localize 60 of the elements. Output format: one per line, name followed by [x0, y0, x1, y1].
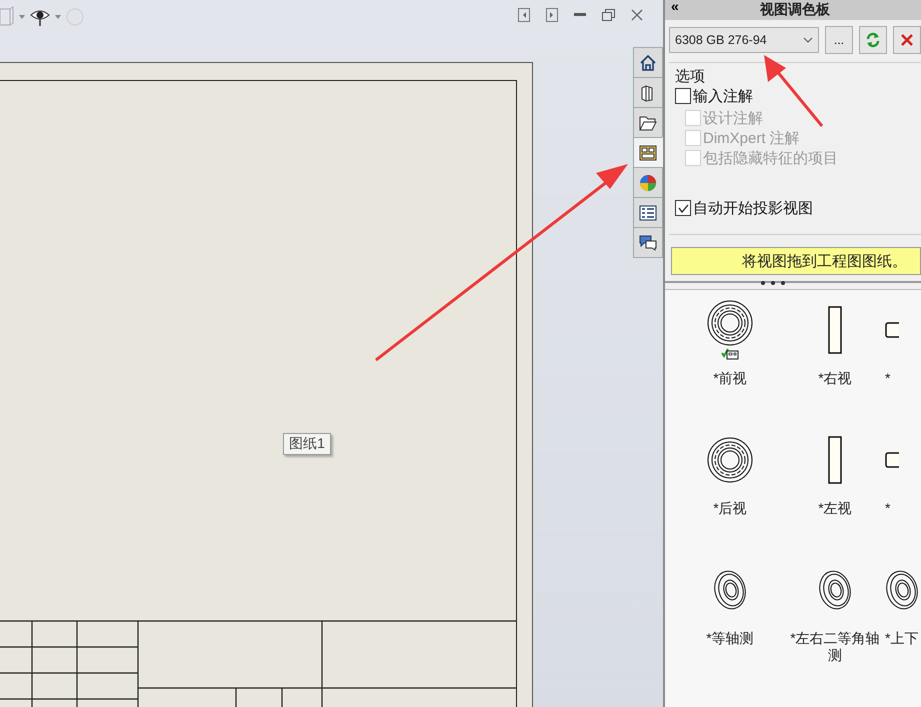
dock-left-icon[interactable]	[518, 8, 530, 22]
sheet-label: 图纸1	[283, 433, 331, 455]
bearing-top-drawing[interactable]	[885, 322, 899, 338]
refresh-button[interactable]	[859, 26, 887, 54]
bearing-top-drawing[interactable]	[885, 452, 899, 468]
palette-icon	[639, 144, 657, 160]
folder-icon	[639, 114, 657, 130]
collapse-button[interactable]: «	[671, 0, 679, 14]
checkbox-label: 输入注解	[693, 86, 753, 106]
folder-tab[interactable]	[633, 107, 663, 138]
bearing-side-drawing[interactable]	[828, 436, 842, 484]
close-icon[interactable]	[631, 9, 643, 21]
view-label: *上下	[885, 630, 918, 647]
bearing-front-drawing[interactable]	[707, 437, 753, 483]
view-label: *等轴测	[706, 630, 754, 647]
bearing-front-drawing[interactable]	[707, 300, 753, 346]
bearing-isometric-drawing[interactable]	[885, 569, 919, 611]
color-ball-icon	[639, 174, 657, 192]
restore-icon[interactable]	[602, 9, 615, 21]
palette-tab[interactable]	[633, 137, 663, 168]
checkbox[interactable]	[675, 200, 691, 216]
view-label: *后视	[713, 500, 747, 517]
parts-tab[interactable]	[633, 77, 663, 108]
annotation-arrow	[764, 55, 824, 127]
close-icon	[901, 34, 913, 46]
list-icon	[639, 204, 657, 220]
browse-button[interactable]: ...	[825, 26, 853, 54]
caret-icon[interactable]	[55, 15, 61, 19]
view-label: *	[885, 370, 890, 387]
view-label: *左视	[818, 500, 852, 517]
chat-icon	[639, 234, 657, 250]
view-label: *右视	[818, 370, 852, 387]
checkbox-label: 设计注解	[703, 108, 763, 128]
view-label: *前视	[713, 370, 747, 387]
refresh-icon	[866, 32, 880, 48]
file-dropdown[interactable]: 6308 GB 276-94	[669, 27, 819, 53]
close-button[interactable]	[893, 26, 921, 54]
minimize-icon[interactable]	[574, 13, 586, 17]
placed-check-icon	[721, 348, 739, 360]
home-icon	[639, 54, 657, 72]
checkbox-label: 自动开始投影视图	[693, 198, 813, 218]
checkbox-label: DimXpert 注解	[703, 128, 800, 148]
options-heading: 选项	[675, 67, 706, 86]
panel-title: 视图调色板	[760, 1, 830, 19]
view-label: *左右二等角轴测	[789, 630, 881, 664]
checkbox-label: 包括隐藏特征的项目	[703, 148, 838, 168]
chat-tab[interactable]	[633, 227, 663, 258]
checkmark-icon	[678, 204, 688, 212]
checkbox[interactable]	[675, 88, 691, 104]
bearing-isometric-drawing[interactable]	[713, 569, 747, 611]
appearance-tab[interactable]	[633, 167, 663, 198]
bearing-side-drawing[interactable]	[828, 306, 842, 354]
properties-tab[interactable]	[633, 197, 663, 228]
caret-icon[interactable]	[19, 15, 25, 19]
chevron-down-icon	[803, 37, 813, 43]
bearing-isometric-drawing[interactable]	[818, 569, 852, 611]
home-tab[interactable]	[633, 47, 663, 78]
view-label: *	[885, 500, 890, 517]
dock-right-icon[interactable]	[546, 8, 558, 22]
hint-banner: 将视图拖到工程图图纸。	[671, 247, 921, 275]
